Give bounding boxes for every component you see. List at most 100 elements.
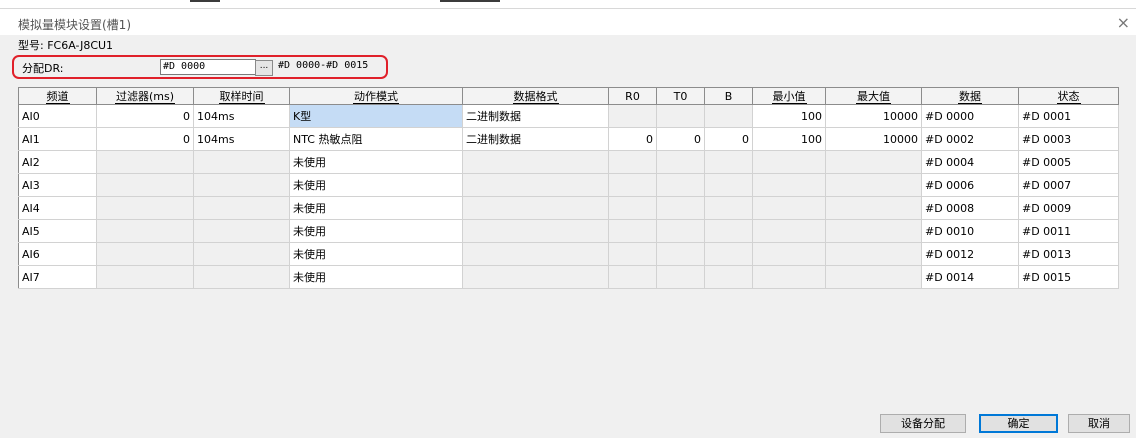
cell-action-mode[interactable]: K型 <box>289 104 463 128</box>
cell-sample-time[interactable]: 104ms <box>193 104 290 128</box>
header-r0[interactable]: R0 <box>608 87 657 105</box>
cell-max <box>825 196 922 220</box>
cell-filter <box>96 150 194 174</box>
channel-table: 频道 过滤器(ms) 取样时间 动作模式 数据格式 R0 T0 B 最小值 最大… <box>18 87 1119 289</box>
cell-r0 <box>608 219 657 243</box>
header-b[interactable]: B <box>704 87 753 105</box>
cell-min[interactable]: 100 <box>752 127 826 151</box>
cell-t0 <box>656 150 705 174</box>
header-min[interactable]: 最小值 <box>752 87 826 105</box>
cell-filter[interactable]: 0 <box>96 127 194 151</box>
cell-r0 <box>608 150 657 174</box>
cell-data: #D 0004 <box>921 150 1019 174</box>
cell-data: #D 0010 <box>921 219 1019 243</box>
cell-max <box>825 150 922 174</box>
cell-action-mode[interactable]: NTC 热敏点阻 <box>289 127 463 151</box>
cell-max[interactable]: 10000 <box>825 104 922 128</box>
cell-channel: AI4 <box>18 196 97 220</box>
cell-min[interactable]: 100 <box>752 104 826 128</box>
cell-channel: AI0 <box>18 104 97 128</box>
header-data-format[interactable]: 数据格式 <box>462 87 609 105</box>
cancel-button[interactable]: 取消 <box>1068 414 1130 433</box>
cell-action-mode[interactable]: 未使用 <box>289 242 463 266</box>
background-line <box>190 0 220 2</box>
cell-max <box>825 219 922 243</box>
cell-action-mode[interactable]: 未使用 <box>289 150 463 174</box>
header-sample-time[interactable]: 取样时间 <box>193 87 290 105</box>
table-header-row: 频道 过滤器(ms) 取样时间 动作模式 数据格式 R0 T0 B 最小值 最大… <box>18 87 1119 105</box>
cell-max <box>825 265 922 289</box>
table-row: AI1 0 104ms NTC 热敏点阻 二进制数据 0 0 0 100 10000 #D 0002… <box>18 127 1119 151</box>
cell-data-format <box>462 196 609 220</box>
cell-data: #D 0012 <box>921 242 1019 266</box>
cell-filter <box>96 219 194 243</box>
header-data[interactable]: 数据 <box>921 87 1019 105</box>
cell-action-mode[interactable]: 未使用 <box>289 196 463 220</box>
cell-action-mode[interactable]: 未使用 <box>289 219 463 243</box>
cell-channel: AI1 <box>18 127 97 151</box>
cell-t0 <box>656 196 705 220</box>
header-filter[interactable]: 过滤器(ms) <box>96 87 194 105</box>
cell-max <box>825 242 922 266</box>
title-bar: 模拟量模块设置(槽1) × <box>0 9 1136 35</box>
header-t0[interactable]: T0 <box>656 87 705 105</box>
cell-b[interactable]: 0 <box>704 127 753 151</box>
cell-min <box>752 265 826 289</box>
cell-data-format <box>462 173 609 197</box>
cell-status: #D 0005 <box>1018 150 1119 174</box>
cell-status: #D 0015 <box>1018 265 1119 289</box>
cell-b <box>704 242 753 266</box>
allocation-range: #D 0000-#D 0015 <box>278 60 369 71</box>
cell-status: #D 0003 <box>1018 127 1119 151</box>
cell-min <box>752 150 826 174</box>
cell-data-format <box>462 219 609 243</box>
cell-r0 <box>608 173 657 197</box>
cell-channel: AI2 <box>18 150 97 174</box>
cell-r0 <box>608 265 657 289</box>
cell-data-format[interactable]: 二进制数据 <box>462 104 609 128</box>
table-row: AI3 未使用 #D 0006 #D 0007 <box>18 173 1119 197</box>
cell-min <box>752 196 826 220</box>
background-window-strip <box>0 0 1136 8</box>
cell-data: #D 0002 <box>921 127 1019 151</box>
cell-t0[interactable]: 0 <box>656 127 705 151</box>
cell-channel: AI6 <box>18 242 97 266</box>
cell-channel: AI5 <box>18 219 97 243</box>
header-channel[interactable]: 频道 <box>18 87 97 105</box>
cell-data: #D 0008 <box>921 196 1019 220</box>
cell-r0[interactable]: 0 <box>608 127 657 151</box>
table-row: AI0 0 104ms K型 二进制数据 100 10000 #D 0000 #D 0001 <box>18 104 1119 128</box>
table-row: AI7 未使用 #D 0014 #D 0015 <box>18 265 1119 289</box>
cell-data-format <box>462 150 609 174</box>
cell-r0 <box>608 104 657 128</box>
cell-status: #D 0007 <box>1018 173 1119 197</box>
cell-sample-time <box>193 150 290 174</box>
header-action-mode[interactable]: 动作模式 <box>289 87 463 105</box>
cell-data: #D 0000 <box>921 104 1019 128</box>
cell-status: #D 0009 <box>1018 196 1119 220</box>
allocation-browse-button[interactable]: ... <box>255 60 273 76</box>
cell-t0 <box>656 173 705 197</box>
cell-filter[interactable]: 0 <box>96 104 194 128</box>
allocation-input[interactable]: #D 0000 <box>160 59 256 75</box>
cell-action-mode[interactable]: 未使用 <box>289 265 463 289</box>
cell-filter <box>96 196 194 220</box>
table-row: AI2 未使用 #D 0004 #D 0005 <box>18 150 1119 174</box>
cell-channel: AI7 <box>18 265 97 289</box>
cell-min <box>752 173 826 197</box>
cell-sample-time[interactable]: 104ms <box>193 127 290 151</box>
cell-filter <box>96 173 194 197</box>
header-max[interactable]: 最大值 <box>825 87 922 105</box>
cell-status: #D 0013 <box>1018 242 1119 266</box>
background-line <box>440 0 500 2</box>
close-icon[interactable]: × <box>1117 13 1130 32</box>
cell-t0 <box>656 265 705 289</box>
cell-t0 <box>656 242 705 266</box>
device-allocation-button[interactable]: 设备分配 <box>880 414 966 433</box>
cell-max[interactable]: 10000 <box>825 127 922 151</box>
cell-data: #D 0006 <box>921 173 1019 197</box>
header-status[interactable]: 状态 <box>1018 87 1119 105</box>
ok-button[interactable]: 确定 <box>979 414 1058 433</box>
cell-action-mode[interactable]: 未使用 <box>289 173 463 197</box>
cell-data-format[interactable]: 二进制数据 <box>462 127 609 151</box>
